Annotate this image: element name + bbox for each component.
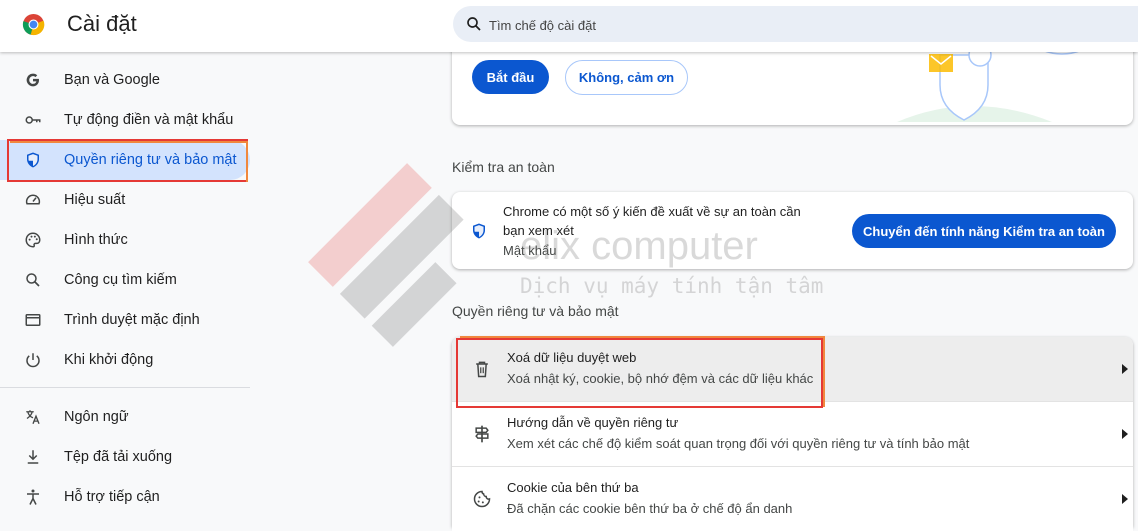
sidebar-item-label: Khi khởi động	[64, 352, 154, 368]
chevron-right-icon	[1122, 429, 1128, 439]
accessibility-icon	[27, 489, 39, 505]
safety-check-subtext: Mật khẩu	[503, 243, 557, 258]
browser-window-icon	[25, 314, 41, 326]
highlight-box-row-orange	[460, 336, 825, 407]
watermark-tagline: Dịch vụ máy tính tận tâm	[520, 274, 824, 298]
sidebar-divider	[0, 387, 250, 388]
sidebar-item-appearance[interactable]: Hình thức	[0, 220, 250, 260]
download-icon	[27, 450, 39, 464]
sidebar-item-languages[interactable]: Ngôn ngữ	[0, 397, 250, 437]
sidebar-item-label: Công cụ tìm kiếm	[64, 272, 177, 288]
sidebar-item-accessibility[interactable]: Hỗ trợ tiếp cận	[0, 477, 250, 517]
sidebar-item-search-engine[interactable]: Công cụ tìm kiếm	[0, 260, 250, 300]
highlight-box-sidebar-orange	[10, 141, 248, 182]
power-icon	[26, 353, 40, 368]
sidebar-item-label: Tệp đã tải xuống	[64, 449, 173, 465]
safety-check-card: Chrome có một số ý kiến đề xuất về sự an…	[452, 192, 1133, 269]
go-to-safety-check-button[interactable]: Chuyển đến tính năng Kiểm tra an toàn	[852, 214, 1116, 248]
sidebar-item-label: Trình duyệt mặc định	[64, 312, 200, 328]
sidebar-item-label: Hỗ trợ tiếp cận	[64, 489, 160, 505]
privacy-guide-row[interactable]: Hướng dẫn về quyền riêng tư Xem xét các …	[452, 402, 1133, 466]
key-icon	[25, 116, 41, 124]
row-title: Hướng dẫn về quyền riêng tư	[507, 415, 679, 430]
sidebar-item-label: Ngôn ngữ	[64, 409, 129, 425]
search-icon	[26, 273, 40, 287]
top-bar: Cài đặt	[0, 0, 1138, 52]
translate-icon	[26, 410, 40, 425]
palette-icon	[25, 232, 41, 248]
sidebar-item-label: Hình thức	[64, 232, 128, 248]
sidebar-item-label: Bạn và Google	[64, 72, 160, 88]
search-input[interactable]	[487, 14, 1091, 36]
safety-check-message-line2: bạn xem xét	[503, 223, 574, 238]
row-description: Xem xét các chế độ kiểm soát quan trọng …	[507, 436, 970, 451]
search-box[interactable]	[453, 6, 1138, 42]
chevron-right-icon	[1122, 364, 1128, 374]
sidebar-item-you-and-google[interactable]: Bạn và Google	[0, 60, 250, 100]
speedometer-icon	[25, 194, 41, 205]
page-title: Cài đặt	[67, 11, 137, 36]
sidebar-item-on-startup[interactable]: Khi khởi động	[0, 340, 250, 380]
chevron-right-icon	[1122, 494, 1128, 504]
cookie-icon	[473, 490, 491, 508]
sidebar: Bạn và Google Tự động điền và mật khẩu Q…	[0, 52, 260, 520]
sidebar-item-downloads[interactable]: Tệp đã tải xuống	[0, 437, 250, 477]
privacy-illustration-icon	[897, 50, 1083, 122]
signpost-icon	[475, 425, 489, 443]
chrome-logo-icon	[22, 13, 45, 36]
sidebar-item-label: Tự động điền và mật khẩu	[64, 112, 234, 128]
sidebar-item-autofill[interactable]: Tự động điền và mật khẩu	[0, 100, 250, 140]
sidebar-item-label: Hiệu suất	[64, 192, 126, 208]
row-description: Đã chặn các cookie bên thứ ba ở chế độ ẩ…	[507, 501, 793, 516]
sidebar-item-default-browser[interactable]: Trình duyệt mặc định	[0, 300, 250, 340]
safety-check-section-title: Kiểm tra an toàn	[452, 159, 555, 175]
search-icon	[467, 17, 481, 31]
start-button[interactable]: Bắt đầu	[472, 60, 549, 94]
row-title: Cookie của bên thứ ba	[507, 480, 639, 495]
no-thanks-button[interactable]: Không, cảm ơn	[565, 60, 688, 95]
shield-icon	[473, 223, 485, 239]
google-icon	[26, 73, 39, 87]
third-party-cookies-row[interactable]: Cookie của bên thứ ba Đã chặn các cookie…	[452, 467, 1133, 531]
privacy-section-title: Quyền riêng tư và bảo mật	[452, 303, 619, 319]
safety-check-message-line1: Chrome có một số ý kiến đề xuất về sự an…	[503, 204, 801, 219]
sidebar-item-performance[interactable]: Hiệu suất	[0, 180, 250, 220]
